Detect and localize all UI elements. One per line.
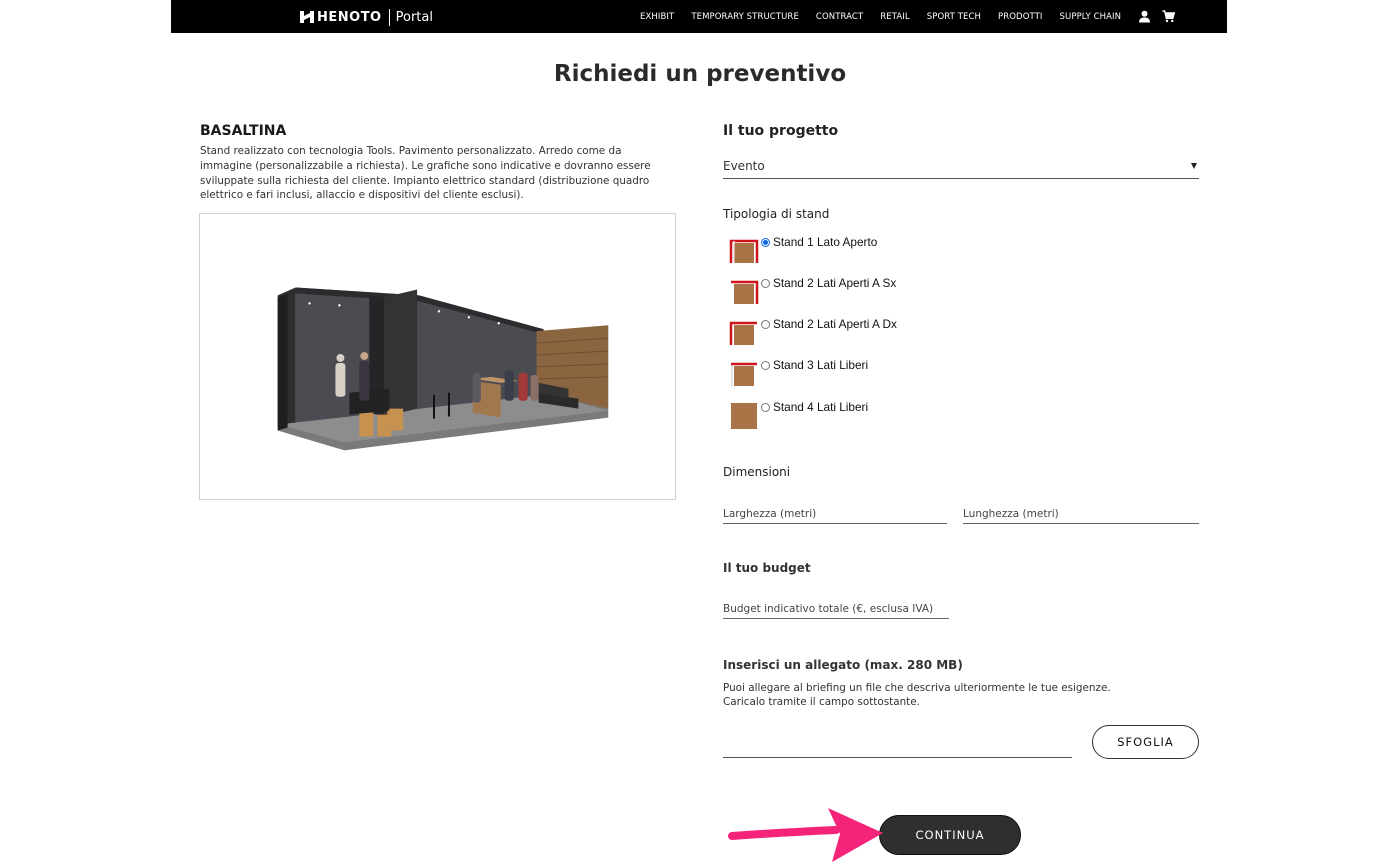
stand-option-3-radio[interactable] [761,320,770,329]
stand-option-3-label: Stand 2 Lati Aperti A Dx [773,317,897,331]
stand-option-1-lato-aperto[interactable]: Stand 1 Lato Aperto [729,235,1029,268]
stand-option-4-label: Stand 3 Lati Liberi [773,358,869,372]
nav-item-retail[interactable]: RETAIL [880,12,909,22]
stand-4-free-sides-icon [731,403,757,429]
henoto-logo-icon [300,11,314,23]
stand-option-5-radio[interactable] [761,403,770,412]
project-type-select[interactable]: Evento [723,157,1199,179]
length-field[interactable] [963,502,1199,524]
budget-input[interactable] [723,597,949,615]
project-type-value: Evento [723,159,765,173]
product-description: Stand realizzato con tecnologia Tools. P… [200,145,651,202]
attachment-heading: Inserisci un allegato (max. 280 MB) [723,658,963,672]
brand-logo[interactable]: HENOTO Portal [300,8,433,26]
brand-portal: Portal [395,9,433,25]
width-field[interactable] [723,502,947,524]
stand-2-open-right-icon [729,321,757,345]
nav-item-contract[interactable]: CONTRACT [816,12,863,22]
project-heading: Il tuo progetto [723,123,839,139]
stand-option-4-lati-liberi[interactable]: Stand 3 Lati Liberi [729,358,1029,391]
attachment-description-line-2: Caricalo tramite il campo sottostante. [723,695,920,708]
attachment-description-line-1: Puoi allegare al briefing un file che de… [723,682,1111,694]
stand-option-1-label: Stand 1 Lato Aperto [773,235,878,249]
nav-item-supply-chain[interactable]: SUPPLY CHAIN [1060,12,1122,22]
dropdown-arrow-icon [1191,163,1197,169]
brand-separator [388,8,390,26]
continue-button[interactable]: CONTINUA [879,815,1021,855]
dimensions-heading: Dimensioni [723,465,791,479]
stand-3-free-sides-icon [731,362,757,386]
stand-option-2-lati-aperti-sx[interactable]: Stand 2 Lati Aperti A Sx [729,276,1029,309]
annotation-arrow-icon [728,808,883,862]
stand-option-3-lati-aperti-dx[interactable]: Stand 2 Lati Aperti A Dx [729,317,1029,350]
stand-1-open-side-icon [729,239,759,263]
stand-option-2-radio[interactable] [761,279,770,288]
stand-option-4-radio[interactable] [761,361,770,370]
page-title: Richiedi un preventivo [553,61,847,87]
budget-heading: Il tuo budget [723,561,811,575]
stand-option-5-label: Stand 4 Lati Liberi [773,400,869,414]
nav-item-prodotti[interactable]: PRODOTTI [998,12,1043,22]
browse-button[interactable]: SFOGLIA [1092,725,1199,759]
attachment-description: Puoi allegare al briefing un file che de… [723,682,1111,709]
nav-item-sport-tech[interactable]: SPORT TECH [927,12,981,22]
length-input[interactable] [963,502,1199,520]
nav-item-exhibit[interactable]: EXHIBIT [640,12,674,22]
width-input[interactable] [723,502,947,520]
main-menu: EXHIBIT TEMPORARY STRUCTURE CONTRACT RET… [640,0,1186,33]
stand-2-open-left-icon [731,280,759,304]
stand-option-5-lati-liberi[interactable]: Stand 4 Lati Liberi [729,400,1029,433]
top-navbar: HENOTO Portal EXHIBIT TEMPORARY STRUCTUR… [171,0,1227,33]
user-icon[interactable] [1138,10,1151,23]
nav-item-temporary-structure[interactable]: TEMPORARY STRUCTURE [691,12,799,22]
stand-option-2-label: Stand 2 Lati Aperti A Sx [773,276,897,290]
file-upload-field[interactable] [723,730,1072,758]
budget-field[interactable] [723,597,949,619]
stand-option-1-radio[interactable] [761,238,770,247]
cart-icon[interactable] [1162,10,1176,23]
stand-render-illustration [277,287,609,451]
product-name: BASALTINA [200,123,287,139]
product-image [199,213,676,500]
brand-name: HENOTO [317,9,382,25]
stand-type-heading: Tipologia di stand [723,207,830,221]
